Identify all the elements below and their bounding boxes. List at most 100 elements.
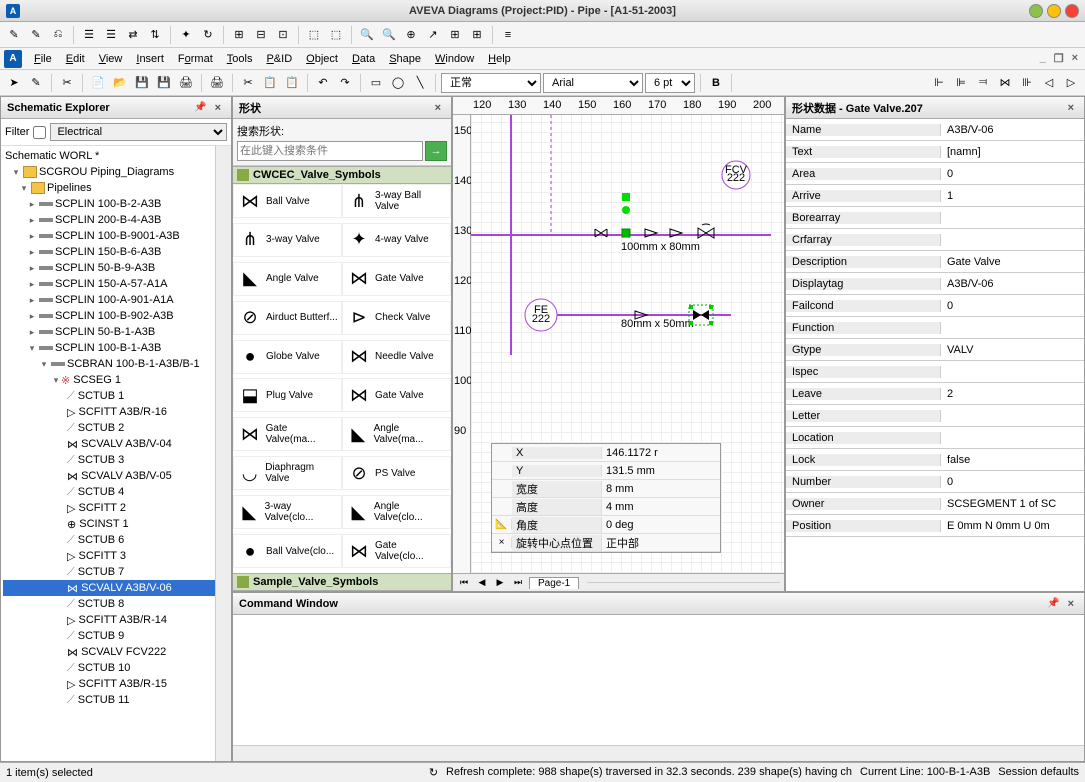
shapes-category[interactable]: Sample_Valve_Symbols [233,573,451,591]
redo-icon[interactable]: ↷ [335,73,355,93]
tree-item[interactable]: ⋈ SCVALV A3B/V-04 [3,436,229,452]
menu-help[interactable]: Help [482,51,517,67]
tree-scrollbar[interactable] [215,146,231,761]
cut-icon[interactable]: ✂ [57,73,77,93]
tree-pipeline[interactable]: ▸SCPLIN 50-B-1-A3B [3,324,229,340]
tool-icon[interactable]: ⇅ [145,25,165,45]
tree-item[interactable]: ▷ SCFITT 2 [3,500,229,516]
shape-item[interactable]: ⋈Ball Valve [233,184,342,218]
tree-item[interactable]: ⟋ SCTUB 9 [3,628,229,644]
line-icon[interactable]: ╲ [410,73,430,93]
shape-item[interactable]: ⋈Gate Valve(ma... [233,417,342,451]
menu-data[interactable]: Data [346,51,381,67]
shape-item[interactable]: ⋔3-way Valve [233,223,342,257]
tree-item[interactable]: ▷ SCFITT 3 [3,548,229,564]
menu-edit[interactable]: Edit [60,51,91,67]
sizepos-row[interactable]: 高度4 mm [492,498,720,516]
shape-item[interactable]: ◣Angle Valve [233,262,342,296]
close-shapes-icon[interactable]: × [431,102,445,114]
shape-item[interactable]: ⋈Gate Valve [342,378,451,412]
tree-item[interactable]: ⟋ SCTUB 2 [3,420,229,436]
property-row[interactable]: OwnerSCSEGMENT 1 of SC [786,493,1084,515]
tree-pipeline[interactable]: ▸SCPLIN 200-B-4-A3B [3,212,229,228]
align-icon[interactable]: ▷ [1061,73,1081,93]
property-row[interactable]: Leave2 [786,383,1084,405]
menu-view[interactable]: View [93,51,129,67]
menu-pid[interactable]: P&ID [260,51,298,67]
select-icon[interactable]: ⬚ [326,25,346,45]
property-row[interactable]: Text[namn] [786,141,1084,163]
tree-pipeline[interactable]: ▸SCPLIN 150-B-6-A3B [3,244,229,260]
tree-item[interactable]: ▷ SCFITT A3B/R-15 [3,676,229,692]
pointer-icon[interactable]: ➤ [4,73,24,93]
tree-pipeline[interactable]: ▸SCPLIN 100-B-9001-A3B [3,228,229,244]
tab-first-icon[interactable]: ⏮ [457,577,471,588]
shape-item[interactable]: ◣Angle Valve(ma... [342,417,451,451]
shape-item[interactable]: ⊘Airduct Butterf... [233,301,342,335]
bold-icon[interactable]: B [706,73,726,93]
mdi-close-icon[interactable]: × [1069,52,1081,65]
property-row[interactable]: Location [786,427,1084,449]
canvas-draw-area[interactable]: 100mm x 80mm FE 222 80mm x 50mm [471,115,784,573]
minimize-button[interactable] [1029,4,1043,18]
tree-item[interactable]: ⋈ SCVALV A3B/V-06 [3,580,229,596]
sizepos-row[interactable]: ×旋转中心点位置正中部 [492,534,720,552]
search-go-button[interactable]: → [425,141,447,161]
tool-icon[interactable]: ✦ [176,25,196,45]
property-row[interactable]: Letter [786,405,1084,427]
tool-icon[interactable]: ≡ [498,25,518,45]
tool-icon[interactable]: ✎ [26,25,46,45]
tree-pipeline[interactable]: ▸SCPLIN 100-A-901-A1A [3,292,229,308]
shape-item[interactable]: ⋈Gate Valve(clo... [342,534,451,568]
menu-file[interactable]: File [28,51,58,67]
shape-item[interactable]: ●Globe Valve [233,340,342,374]
sizepos-row[interactable]: X146.1172 r [492,444,720,462]
tree-root[interactable]: Schematic WORL * [3,148,229,164]
size-position-panel[interactable]: X146.1172 rY131.5 mm宽度8 mm高度4 mm📐角度0 deg… [491,443,721,553]
print-icon[interactable]: 🖨 [207,73,227,93]
copy-icon[interactable]: 📋 [260,73,280,93]
tree-branch[interactable]: ▾SCBRAN 100-B-1-A3B/B-1 [3,356,229,372]
property-row[interactable]: GtypeVALV [786,339,1084,361]
tree-pipeline[interactable]: ▸SCPLIN 150-A-57-A1A [3,276,229,292]
page-tab[interactable]: Page-1 [529,577,579,589]
tab-prev-icon[interactable]: ◀ [475,577,489,588]
app-menu-icon[interactable]: A [4,50,22,68]
saveall-icon[interactable]: 💾 [154,73,174,93]
shape-item[interactable]: ⬓Plug Valve [233,378,342,412]
property-row[interactable]: NameA3B/V-06 [786,119,1084,141]
sizepos-row[interactable]: 📐角度0 deg [492,516,720,534]
tree-item[interactable]: ⟋ SCTUB 7 [3,564,229,580]
shape-item[interactable]: ⊳Check Valve [342,301,451,335]
property-row[interactable]: DisplaytagA3B/V-06 [786,273,1084,295]
property-row[interactable]: Borearray [786,207,1084,229]
shapes-search-input[interactable] [237,141,423,161]
menu-window[interactable]: Window [429,51,480,67]
tool-icon[interactable]: ☰ [101,25,121,45]
tree-item[interactable]: ⟋ SCTUB 4 [3,484,229,500]
close-panel-icon[interactable]: × [211,102,225,114]
mdi-minimize-icon[interactable]: _ [1037,52,1049,65]
undo-icon[interactable]: ↶ [313,73,333,93]
size-combo[interactable]: 6 pt [645,73,695,93]
shape-item[interactable]: ⋈Gate Valve [342,262,451,296]
align-icon[interactable]: ◁ [1039,73,1059,93]
shape-item[interactable]: ⊘PS Valve [342,456,451,490]
tool-icon[interactable]: ⊞ [467,25,487,45]
property-row[interactable]: Crfarray [786,229,1084,251]
shape-item[interactable]: ✦4-way Valve [342,223,451,257]
property-grid[interactable]: NameA3B/V-06Text[namn]Area0Arrive1Borear… [786,119,1084,591]
tree-item[interactable]: ⟋ SCTUB 10 [3,660,229,676]
tree-pipeline[interactable]: ▾SCPLIN 100-B-1-A3B [3,340,229,356]
tree-item[interactable]: ▷ SCFITT A3B/R-14 [3,612,229,628]
style-combo[interactable]: 正常 [441,73,541,93]
pin-icon[interactable]: 📌 [1047,598,1059,609]
close-props-icon[interactable]: × [1064,102,1078,114]
tool-icon[interactable]: ✎ [4,25,24,45]
cut-icon[interactable]: ✂ [238,73,258,93]
tool-icon[interactable]: ↻ [198,25,218,45]
property-row[interactable]: Function [786,317,1084,339]
pencil-icon[interactable]: ✎ [26,73,46,93]
tree-item[interactable]: ⋈ SCVALV A3B/V-05 [3,468,229,484]
tree-pipeline[interactable]: ▸SCPLIN 50-B-9-A3B [3,260,229,276]
